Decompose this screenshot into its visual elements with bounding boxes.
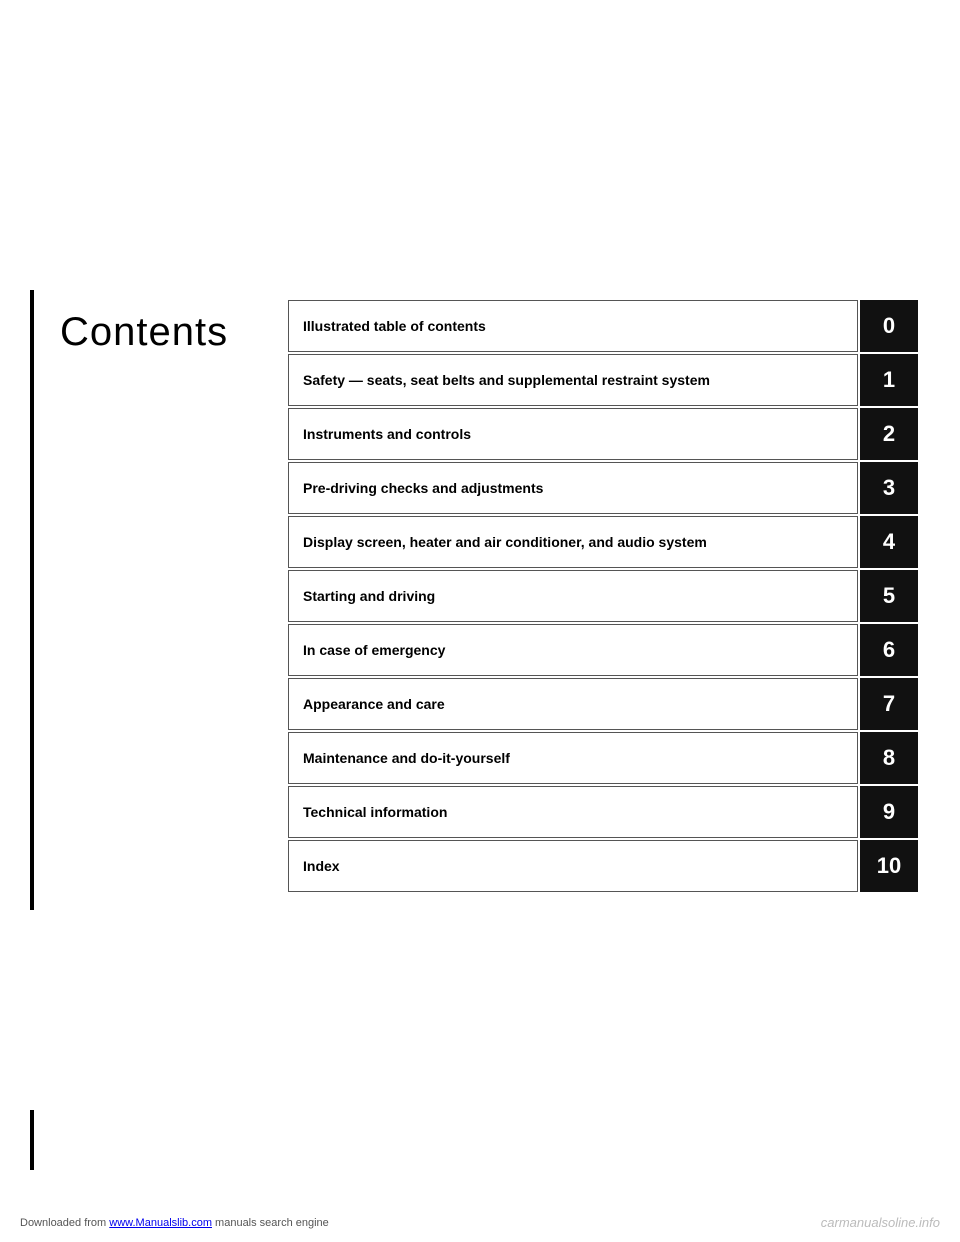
footer-download-text: Downloaded from bbox=[20, 1217, 106, 1229]
toc-item-number: 8 bbox=[860, 732, 918, 784]
toc-row[interactable]: Starting and driving5 bbox=[288, 570, 918, 622]
toc-item-number: 7 bbox=[860, 678, 918, 730]
page-title: Contents bbox=[60, 310, 228, 355]
toc-item-label: Illustrated table of contents bbox=[288, 300, 858, 352]
toc-item-label: Display screen, heater and air condition… bbox=[288, 516, 858, 568]
toc-item-label: Starting and driving bbox=[288, 570, 858, 622]
toc-row[interactable]: Illustrated table of contents0 bbox=[288, 300, 918, 352]
footer-logo: carmanualsoline.info bbox=[821, 1215, 940, 1230]
toc-item-label: Maintenance and do-it-yourself bbox=[288, 732, 858, 784]
toc-row[interactable]: Display screen, heater and air condition… bbox=[288, 516, 918, 568]
toc-item-number: 10 bbox=[860, 840, 918, 892]
toc-item-label: Appearance and care bbox=[288, 678, 858, 730]
toc-container: Illustrated table of contents0Safety — s… bbox=[288, 300, 918, 894]
toc-item-label: Instruments and controls bbox=[288, 408, 858, 460]
toc-item-label: In case of emergency bbox=[288, 624, 858, 676]
toc-row[interactable]: Instruments and controls2 bbox=[288, 408, 918, 460]
footer-link[interactable]: www.Manualslib.com bbox=[109, 1217, 212, 1229]
toc-item-number: 3 bbox=[860, 462, 918, 514]
toc-item-number: 6 bbox=[860, 624, 918, 676]
toc-item-number: 5 bbox=[860, 570, 918, 622]
toc-row[interactable]: Index10 bbox=[288, 840, 918, 892]
toc-item-label: Pre-driving checks and adjustments bbox=[288, 462, 858, 514]
toc-item-number: 2 bbox=[860, 408, 918, 460]
bottom-margin-bar bbox=[30, 1110, 34, 1170]
toc-item-number: 4 bbox=[860, 516, 918, 568]
toc-row[interactable]: Technical information9 bbox=[288, 786, 918, 838]
toc-row[interactable]: Safety — seats, seat belts and supplemen… bbox=[288, 354, 918, 406]
toc-item-label: Index bbox=[288, 840, 858, 892]
toc-row[interactable]: Appearance and care7 bbox=[288, 678, 918, 730]
toc-row[interactable]: In case of emergency6 bbox=[288, 624, 918, 676]
left-margin-bar bbox=[30, 290, 34, 910]
page-footer: Downloaded from www.Manualslib.com manua… bbox=[0, 1215, 960, 1230]
toc-item-label: Safety — seats, seat belts and supplemen… bbox=[288, 354, 858, 406]
toc-item-number: 1 bbox=[860, 354, 918, 406]
page-container: Contents Illustrated table of contents0S… bbox=[0, 0, 960, 1242]
footer-left: Downloaded from www.Manualslib.com manua… bbox=[20, 1217, 329, 1229]
toc-item-number: 9 bbox=[860, 786, 918, 838]
footer-right-text: manuals search engine bbox=[215, 1217, 329, 1229]
toc-row[interactable]: Maintenance and do-it-yourself8 bbox=[288, 732, 918, 784]
toc-item-label: Technical information bbox=[288, 786, 858, 838]
toc-item-number: 0 bbox=[860, 300, 918, 352]
toc-row[interactable]: Pre-driving checks and adjustments3 bbox=[288, 462, 918, 514]
